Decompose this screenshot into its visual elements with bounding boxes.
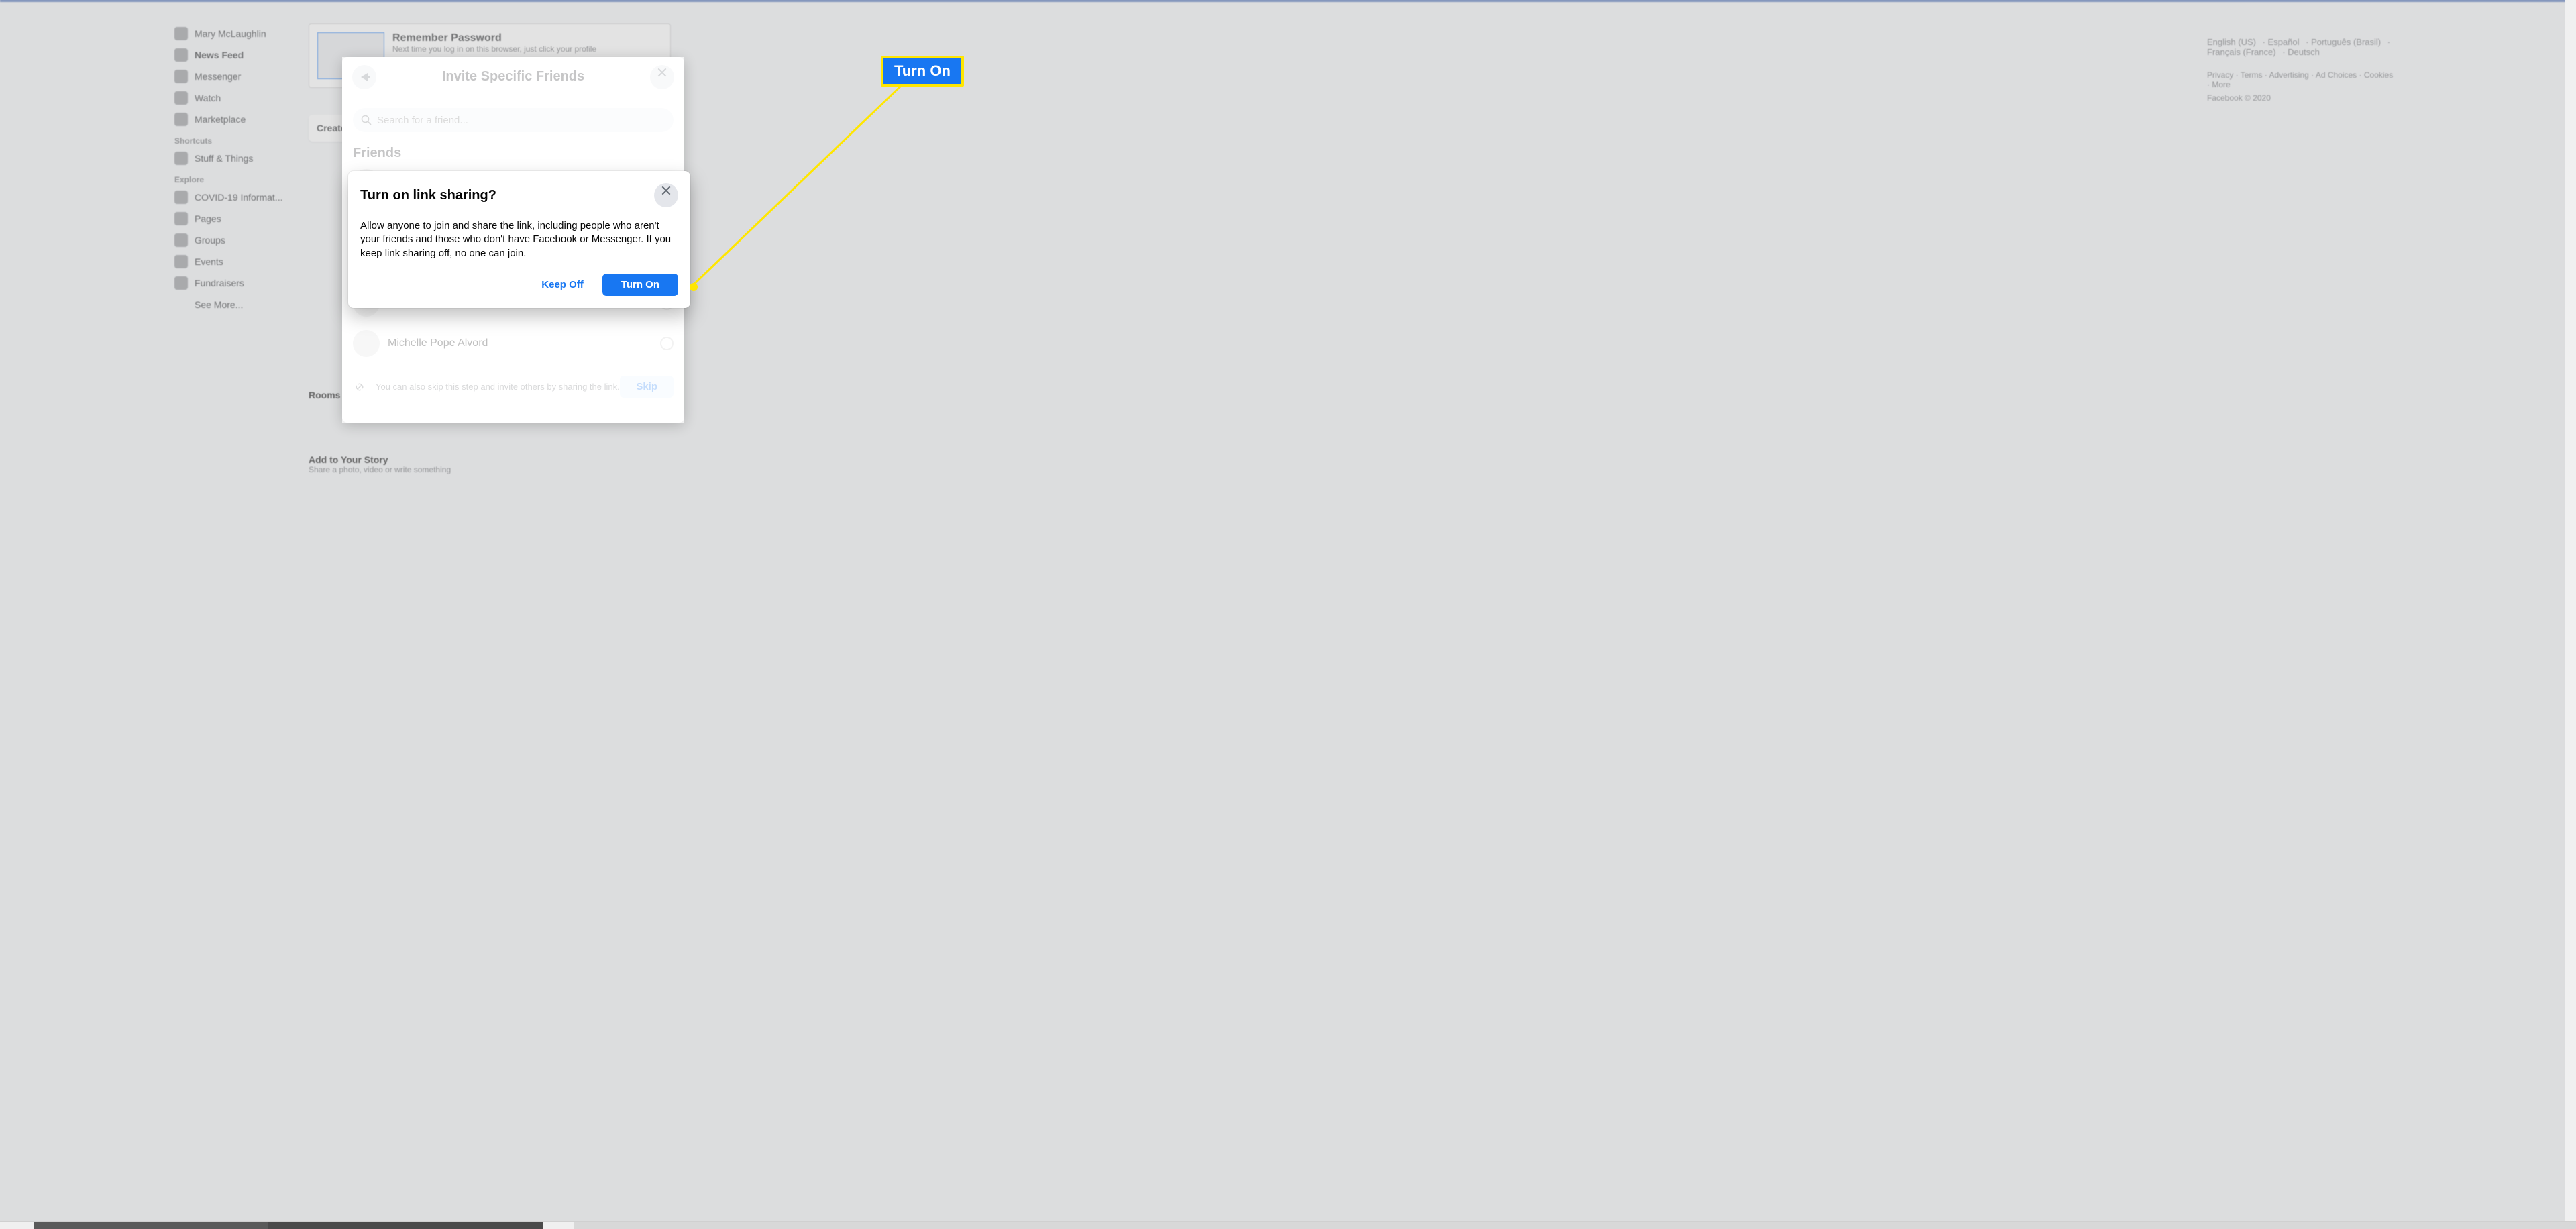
scrollbar-track xyxy=(574,1222,2576,1229)
link-sharing-confirm-modal: Turn on link sharing? Allow anyone to jo… xyxy=(348,171,690,308)
confirm-title: Turn on link sharing? xyxy=(360,188,496,203)
scrollbar-thumb[interactable] xyxy=(34,1222,275,1229)
vertical-scrollbar[interactable] xyxy=(2565,0,2576,1229)
confirm-actions: Keep Off Turn On xyxy=(360,274,678,296)
close-icon xyxy=(661,190,672,201)
confirm-close-button[interactable] xyxy=(654,183,678,207)
scrollbar-thumb[interactable] xyxy=(268,1222,543,1229)
callout-dot xyxy=(690,283,698,291)
horizontal-scrollbar[interactable] xyxy=(0,1221,2576,1229)
keep-off-button[interactable]: Keep Off xyxy=(528,274,597,296)
confirm-header: Turn on link sharing? xyxy=(360,183,678,207)
callout-label: Turn On xyxy=(881,56,964,87)
confirm-body: Allow anyone to join and share the link,… xyxy=(360,219,678,260)
turn-on-button[interactable]: Turn On xyxy=(602,274,678,296)
